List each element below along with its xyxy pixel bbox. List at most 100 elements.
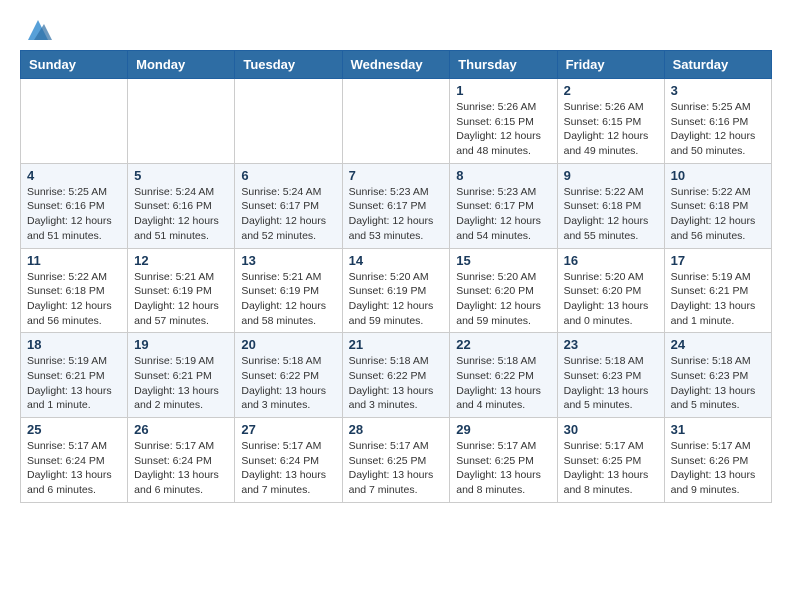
day-info: Sunrise: 5:17 AM Sunset: 6:24 PM Dayligh… [134, 439, 228, 498]
day-number: 14 [349, 253, 444, 268]
calendar-cell: 4 Sunrise: 5:25 AM Sunset: 6:16 PM Daylig… [21, 163, 128, 248]
day-number: 20 [241, 337, 335, 352]
calendar-cell: 7 Sunrise: 5:23 AM Sunset: 6:17 PM Daylig… [342, 163, 450, 248]
calendar-cell: 1 Sunrise: 5:26 AM Sunset: 6:15 PM Daylig… [450, 79, 557, 164]
calendar-cell: 5 Sunrise: 5:24 AM Sunset: 6:16 PM Daylig… [128, 163, 235, 248]
day-info: Sunrise: 5:17 AM Sunset: 6:26 PM Dayligh… [671, 439, 765, 498]
day-number: 12 [134, 253, 228, 268]
calendar-cell: 15 Sunrise: 5:20 AM Sunset: 6:20 PM Dayli… [450, 248, 557, 333]
day-info: Sunrise: 5:18 AM Sunset: 6:22 PM Dayligh… [241, 354, 335, 413]
day-info: Sunrise: 5:17 AM Sunset: 6:24 PM Dayligh… [27, 439, 121, 498]
day-info: Sunrise: 5:20 AM Sunset: 6:20 PM Dayligh… [564, 270, 658, 329]
day-info: Sunrise: 5:18 AM Sunset: 6:22 PM Dayligh… [456, 354, 550, 413]
day-info: Sunrise: 5:22 AM Sunset: 6:18 PM Dayligh… [671, 185, 765, 244]
calendar-cell [128, 79, 235, 164]
calendar-cell: 23 Sunrise: 5:18 AM Sunset: 6:23 PM Dayli… [557, 333, 664, 418]
day-number: 28 [349, 422, 444, 437]
calendar-cell [342, 79, 450, 164]
day-number: 16 [564, 253, 658, 268]
day-info: Sunrise: 5:23 AM Sunset: 6:17 PM Dayligh… [349, 185, 444, 244]
day-info: Sunrise: 5:20 AM Sunset: 6:19 PM Dayligh… [349, 270, 444, 329]
day-number: 15 [456, 253, 550, 268]
calendar-week-3: 11 Sunrise: 5:22 AM Sunset: 6:18 PM Dayli… [21, 248, 772, 333]
calendar-cell: 11 Sunrise: 5:22 AM Sunset: 6:18 PM Dayli… [21, 248, 128, 333]
logo-icon [24, 16, 52, 44]
day-number: 1 [456, 83, 550, 98]
day-number: 17 [671, 253, 765, 268]
calendar-cell: 27Sunrise: 5:17 AM Sunset: 6:24 PM Dayli… [235, 418, 342, 503]
calendar-cell: 29 Sunrise: 5:17 AM Sunset: 6:25 PM Dayli… [450, 418, 557, 503]
page-header [20, 20, 772, 44]
weekday-header-tuesday: Tuesday [235, 51, 342, 79]
day-info: Sunrise: 5:20 AM Sunset: 6:20 PM Dayligh… [456, 270, 550, 329]
day-info: Sunrise: 5:26 AM Sunset: 6:15 PM Dayligh… [456, 100, 550, 159]
day-number: 30 [564, 422, 658, 437]
day-number: 4 [27, 168, 121, 183]
weekday-header-saturday: Saturday [664, 51, 771, 79]
calendar-cell: 24 Sunrise: 5:18 AM Sunset: 6:23 PM Dayli… [664, 333, 771, 418]
day-number: 10 [671, 168, 765, 183]
day-number: 7 [349, 168, 444, 183]
weekday-header-monday: Monday [128, 51, 235, 79]
weekday-header-sunday: Sunday [21, 51, 128, 79]
day-info: Sunrise: 5:24 AM Sunset: 6:16 PM Dayligh… [134, 185, 228, 244]
day-info: Sunrise: 5:19 AM Sunset: 6:21 PM Dayligh… [27, 354, 121, 413]
calendar-cell [21, 79, 128, 164]
weekday-header-friday: Friday [557, 51, 664, 79]
day-info: Sunrise: 5:21 AM Sunset: 6:19 PM Dayligh… [241, 270, 335, 329]
calendar-cell: 26 Sunrise: 5:17 AM Sunset: 6:24 PM Dayli… [128, 418, 235, 503]
day-number: 18 [27, 337, 121, 352]
day-number: 8 [456, 168, 550, 183]
calendar-cell: 2Sunrise: 5:26 AM Sunset: 6:15 PM Daylig… [557, 79, 664, 164]
calendar-cell: 13 Sunrise: 5:21 AM Sunset: 6:19 PM Dayli… [235, 248, 342, 333]
weekday-header-wednesday: Wednesday [342, 51, 450, 79]
day-info: Sunrise: 5:17 AM Sunset: 6:25 PM Dayligh… [456, 439, 550, 498]
calendar-cell: 8 Sunrise: 5:23 AM Sunset: 6:17 PM Daylig… [450, 163, 557, 248]
day-number: 6 [241, 168, 335, 183]
day-number: 31 [671, 422, 765, 437]
day-number: 9 [564, 168, 658, 183]
day-info: Sunrise: 5:25 AM Sunset: 6:16 PM Dayligh… [27, 185, 121, 244]
day-info: Sunrise: 5:17 AM Sunset: 6:25 PM Dayligh… [349, 439, 444, 498]
day-info: Sunrise: 5:22 AM Sunset: 6:18 PM Dayligh… [27, 270, 121, 329]
calendar-cell: 25 Sunrise: 5:17 AM Sunset: 6:24 PM Dayli… [21, 418, 128, 503]
day-number: 24 [671, 337, 765, 352]
day-info: Sunrise: 5:19 AM Sunset: 6:21 PM Dayligh… [671, 270, 765, 329]
day-number: 26 [134, 422, 228, 437]
calendar-cell: 9 Sunrise: 5:22 AM Sunset: 6:18 PM Daylig… [557, 163, 664, 248]
day-number: 11 [27, 253, 121, 268]
day-number: 3 [671, 83, 765, 98]
logo [20, 20, 52, 44]
calendar-cell: 22 Sunrise: 5:18 AM Sunset: 6:22 PM Dayli… [450, 333, 557, 418]
day-number: 23 [564, 337, 658, 352]
calendar-cell: 16 Sunrise: 5:20 AM Sunset: 6:20 PM Dayli… [557, 248, 664, 333]
day-number: 21 [349, 337, 444, 352]
day-number: 5 [134, 168, 228, 183]
day-number: 29 [456, 422, 550, 437]
calendar-cell: 31 Sunrise: 5:17 AM Sunset: 6:26 PM Dayli… [664, 418, 771, 503]
calendar-week-1: 1 Sunrise: 5:26 AM Sunset: 6:15 PM Daylig… [21, 79, 772, 164]
calendar-cell: 20 Sunrise: 5:18 AM Sunset: 6:22 PM Dayli… [235, 333, 342, 418]
calendar-week-2: 4 Sunrise: 5:25 AM Sunset: 6:16 PM Daylig… [21, 163, 772, 248]
day-info: Sunrise: 5:23 AM Sunset: 6:17 PM Dayligh… [456, 185, 550, 244]
calendar-cell: 18 Sunrise: 5:19 AM Sunset: 6:21 PM Dayli… [21, 333, 128, 418]
calendar-week-4: 18 Sunrise: 5:19 AM Sunset: 6:21 PM Dayli… [21, 333, 772, 418]
day-number: 19 [134, 337, 228, 352]
day-number: 13 [241, 253, 335, 268]
day-info: Sunrise: 5:18 AM Sunset: 6:22 PM Dayligh… [349, 354, 444, 413]
calendar-cell [235, 79, 342, 164]
day-info: Sunrise: 5:21 AM Sunset: 6:19 PM Dayligh… [134, 270, 228, 329]
calendar-cell: 12 Sunrise: 5:21 AM Sunset: 6:19 PM Dayli… [128, 248, 235, 333]
day-info: Sunrise: 5:17 AM Sunset: 6:25 PM Dayligh… [564, 439, 658, 498]
day-info: Sunrise: 5:18 AM Sunset: 6:23 PM Dayligh… [564, 354, 658, 413]
calendar-cell: 3Sunrise: 5:25 AM Sunset: 6:16 PM Daylig… [664, 79, 771, 164]
calendar-cell: 30 Sunrise: 5:17 AM Sunset: 6:25 PM Dayli… [557, 418, 664, 503]
day-number: 22 [456, 337, 550, 352]
day-info: Sunrise: 5:18 AM Sunset: 6:23 PM Dayligh… [671, 354, 765, 413]
weekday-header-thursday: Thursday [450, 51, 557, 79]
day-info: Sunrise: 5:22 AM Sunset: 6:18 PM Dayligh… [564, 185, 658, 244]
calendar-cell: 17 Sunrise: 5:19 AM Sunset: 6:21 PM Dayli… [664, 248, 771, 333]
day-number: 25 [27, 422, 121, 437]
calendar-cell: 6Sunrise: 5:24 AM Sunset: 6:17 PM Daylig… [235, 163, 342, 248]
calendar-cell: 10 Sunrise: 5:22 AM Sunset: 6:18 PM Dayli… [664, 163, 771, 248]
